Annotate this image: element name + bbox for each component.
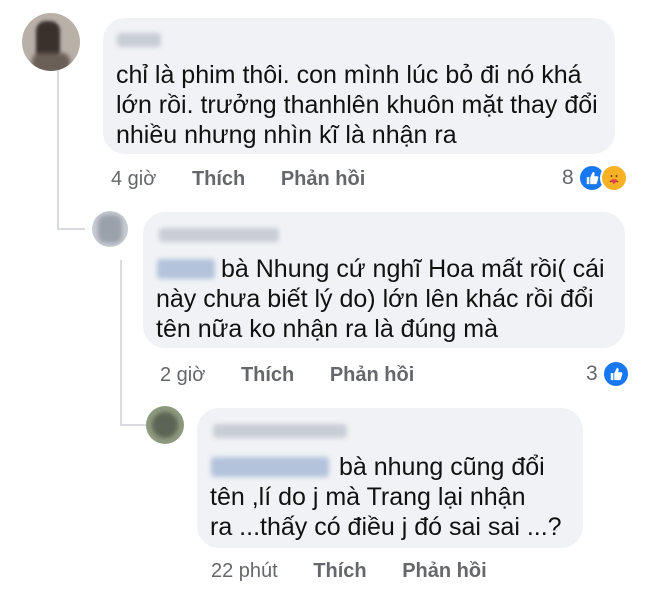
- comment-text-line: tên nữa ko nhận ra là đúng mà: [156, 315, 498, 343]
- like-button[interactable]: Thích: [241, 364, 294, 386]
- thread-line-branch: [57, 228, 85, 230]
- care-icon: [599, 164, 628, 192]
- reply-button[interactable]: Phản hồi: [402, 560, 486, 582]
- comment-text-line: này chưa biết lý do) lớn lên khác rồi đổ…: [156, 285, 594, 313]
- comment-actions: 4 giờ Thích Phản hồi: [111, 168, 395, 191]
- avatar[interactable]: [146, 406, 184, 444]
- reply-button[interactable]: Phản hồi: [330, 364, 414, 386]
- reaction-summary[interactable]: 8: [562, 164, 628, 192]
- comment-bubble: bà Nhung cứ nghĩ Hoa mất rồi( cái này ch…: [143, 212, 625, 348]
- author-name[interactable]: [159, 228, 279, 242]
- mention-tag[interactable]: [157, 259, 215, 279]
- timestamp[interactable]: 22 phút: [211, 560, 278, 582]
- author-name[interactable]: [117, 33, 161, 47]
- thread-line-branch-2: [120, 424, 146, 426]
- comment-text-line: lớn rồi. trưởng thanhlên khuôn mặt thay …: [116, 91, 598, 119]
- comment-text-line: bà Nhung cứ nghĩ Hoa mất rồi( cái: [221, 255, 605, 283]
- like-button[interactable]: Thích: [192, 168, 245, 190]
- comment-text-line: chỉ là phim thôi. con mình lúc bỏ đi nó …: [116, 61, 582, 89]
- mention-tag[interactable]: [211, 457, 329, 477]
- reply-button[interactable]: Phản hồi: [281, 168, 365, 190]
- author-name[interactable]: [213, 424, 347, 438]
- comment-bubble: chỉ là phim thôi. con mình lúc bỏ đi nó …: [103, 18, 615, 154]
- thread-line-reply: [120, 260, 122, 425]
- reaction-count: 3: [586, 362, 598, 385]
- timestamp[interactable]: 4 giờ: [111, 168, 156, 190]
- comment-text-line: ra ...thấy có điều j đó sai sai ...?: [210, 513, 562, 541]
- comment-text-line: nhiều nhưng nhìn kĩ là nhận ra: [116, 121, 457, 149]
- comment-actions: 2 giờ Thích Phản hồi: [160, 364, 444, 387]
- like-button[interactable]: Thích: [313, 560, 366, 582]
- reaction-count: 8: [562, 166, 574, 189]
- comment-text-line: bà nhung cũng đổi: [339, 453, 545, 481]
- like-icon: [601, 360, 630, 388]
- comment-text-line: tên ,lí do j mà Trang lại nhận: [210, 483, 526, 511]
- thread-line-main: [57, 70, 59, 230]
- timestamp[interactable]: 2 giờ: [160, 364, 205, 386]
- avatar[interactable]: [22, 13, 80, 71]
- avatar[interactable]: [92, 211, 128, 247]
- comment-bubble: bà nhung cũng đổi tên ,lí do j mà Trang …: [197, 408, 583, 548]
- comment-actions: 22 phút Thích Phản hồi: [211, 560, 517, 583]
- reaction-summary[interactable]: 3: [586, 360, 630, 388]
